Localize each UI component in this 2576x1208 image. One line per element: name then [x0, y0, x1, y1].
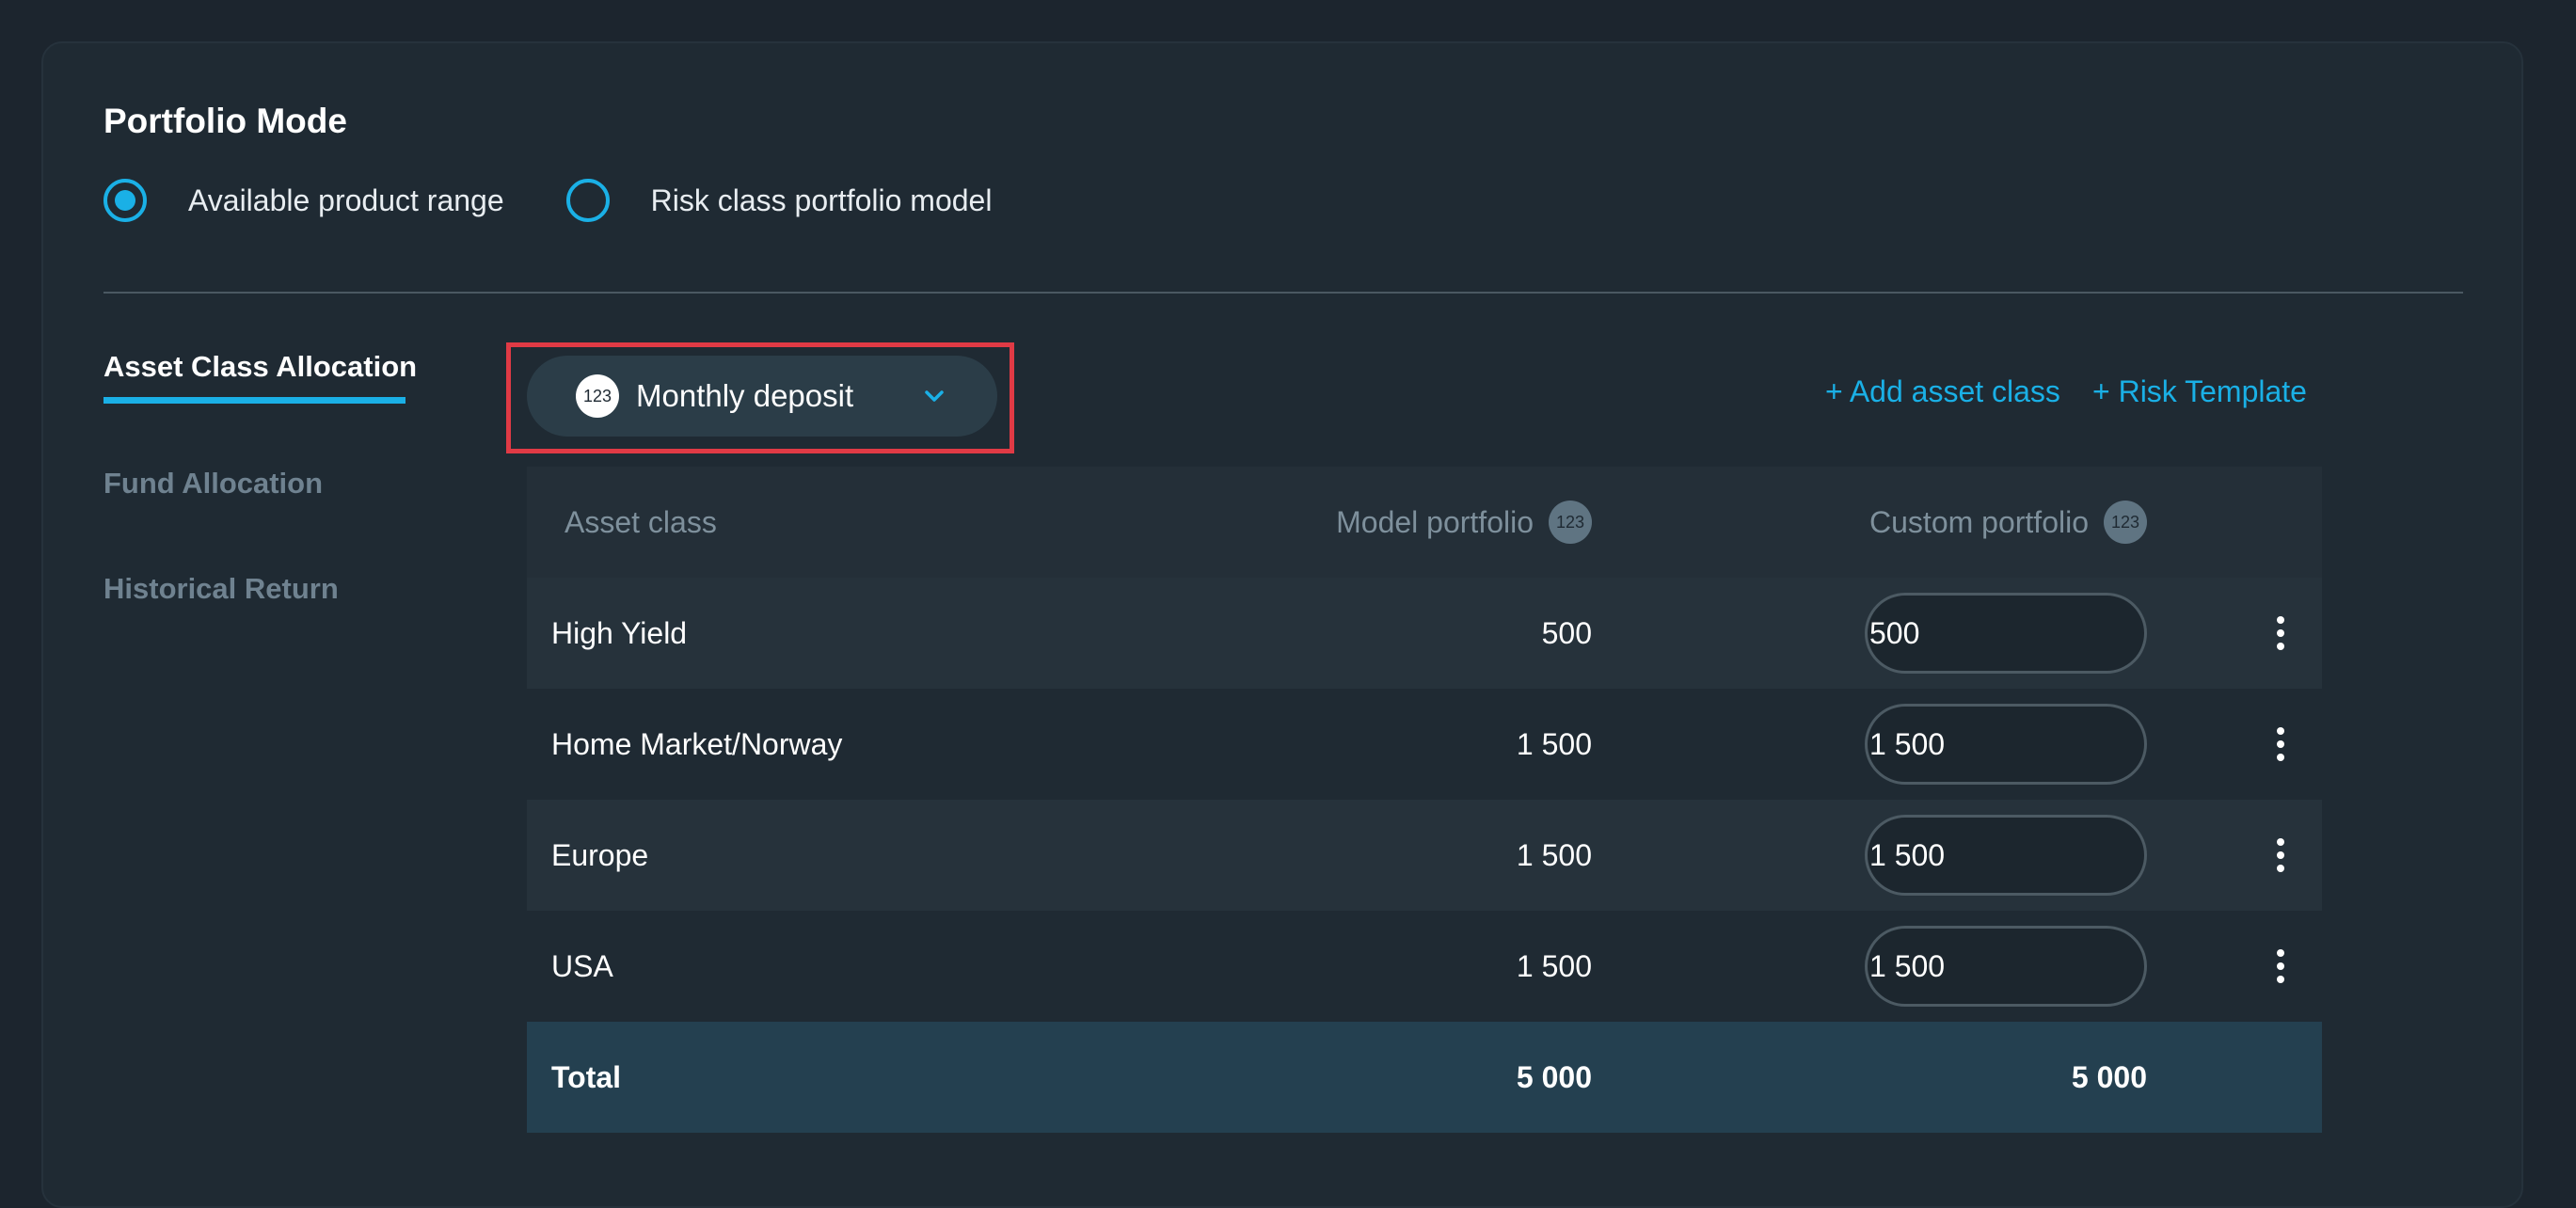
- radio-available-product-range[interactable]: Available product range: [103, 179, 504, 222]
- model-portfolio-value: 1 500: [1516, 837, 1592, 872]
- custom-portfolio-input[interactable]: [1865, 593, 2147, 674]
- column-header-label: Model portfolio: [1336, 504, 1534, 539]
- total-custom-portfolio: 5 000: [2071, 1059, 2147, 1094]
- add-asset-class-button[interactable]: + Add asset class: [1825, 374, 2060, 409]
- asset-class-name: Home Market/Norway: [551, 726, 843, 761]
- column-header-custom-portfolio: Custom portfolio 123: [1869, 467, 2147, 578]
- dropdown-selected-value: Monthly deposit: [636, 378, 854, 413]
- custom-portfolio-input[interactable]: [1865, 926, 2147, 1007]
- asset-class-name: High Yield: [551, 615, 688, 650]
- custom-portfolio-input[interactable]: [1865, 704, 2147, 785]
- asset-allocation-table: Asset class Model portfolio 123 Custom p…: [527, 467, 2322, 1133]
- risk-template-button[interactable]: + Risk Template: [2092, 374, 2307, 409]
- section-divider: [103, 292, 2463, 294]
- total-model-portfolio: 5 000: [1516, 1059, 1592, 1094]
- tab-fund-allocation[interactable]: Fund Allocation: [103, 467, 323, 501]
- tab-asset-class-allocation[interactable]: Asset Class Allocation: [103, 350, 418, 404]
- tab-label: Asset Class Allocation: [103, 350, 418, 383]
- radio-risk-class-portfolio-model[interactable]: Risk class portfolio model: [565, 179, 993, 222]
- number-format-icon: 123: [576, 374, 619, 418]
- radio-label: Risk class portfolio model: [650, 183, 993, 217]
- model-portfolio-value: 500: [1541, 615, 1592, 650]
- portfolio-mode-radio-group: Available product range Risk class portf…: [103, 179, 992, 222]
- column-header-asset-class: Asset class: [564, 504, 717, 539]
- model-portfolio-value: 1 500: [1516, 948, 1592, 983]
- table-row: Europe 1 500: [527, 800, 2322, 911]
- number-format-icon: 123: [1549, 501, 1592, 544]
- asset-class-name: USA: [551, 948, 613, 983]
- table-row: Home Market/Norway 1 500: [527, 689, 2322, 800]
- asset-class-name: Europe: [551, 837, 649, 872]
- column-header-label: Custom portfolio: [1869, 504, 2089, 539]
- total-label: Total: [551, 1059, 622, 1094]
- page-title: Portfolio Mode: [103, 102, 347, 140]
- radio-label: Available product range: [188, 183, 504, 217]
- deposit-type-dropdown[interactable]: 123 Monthly deposit: [527, 356, 997, 437]
- custom-portfolio-input[interactable]: [1865, 815, 2147, 896]
- number-format-icon: 123: [2104, 501, 2147, 544]
- tab-historical-return[interactable]: Historical Return: [103, 572, 339, 606]
- model-portfolio-value: 1 500: [1516, 726, 1592, 761]
- chevron-down-icon: [925, 390, 944, 402]
- table-row: High Yield 500: [527, 578, 2322, 689]
- active-tab-indicator: [103, 397, 405, 404]
- radio-unchecked-icon: [565, 179, 610, 222]
- more-options-icon[interactable]: [2275, 948, 2286, 984]
- more-options-icon[interactable]: [2275, 837, 2286, 873]
- more-options-icon[interactable]: [2275, 615, 2286, 651]
- table-row: USA 1 500: [527, 911, 2322, 1022]
- more-options-icon[interactable]: [2275, 726, 2286, 762]
- radio-checked-icon: [103, 179, 147, 222]
- table-total-row: Total 5 000 5 000: [527, 1022, 2322, 1133]
- table-header-row: Asset class Model portfolio 123 Custom p…: [527, 467, 2322, 578]
- column-header-model-portfolio: Model portfolio 123: [1336, 467, 1592, 578]
